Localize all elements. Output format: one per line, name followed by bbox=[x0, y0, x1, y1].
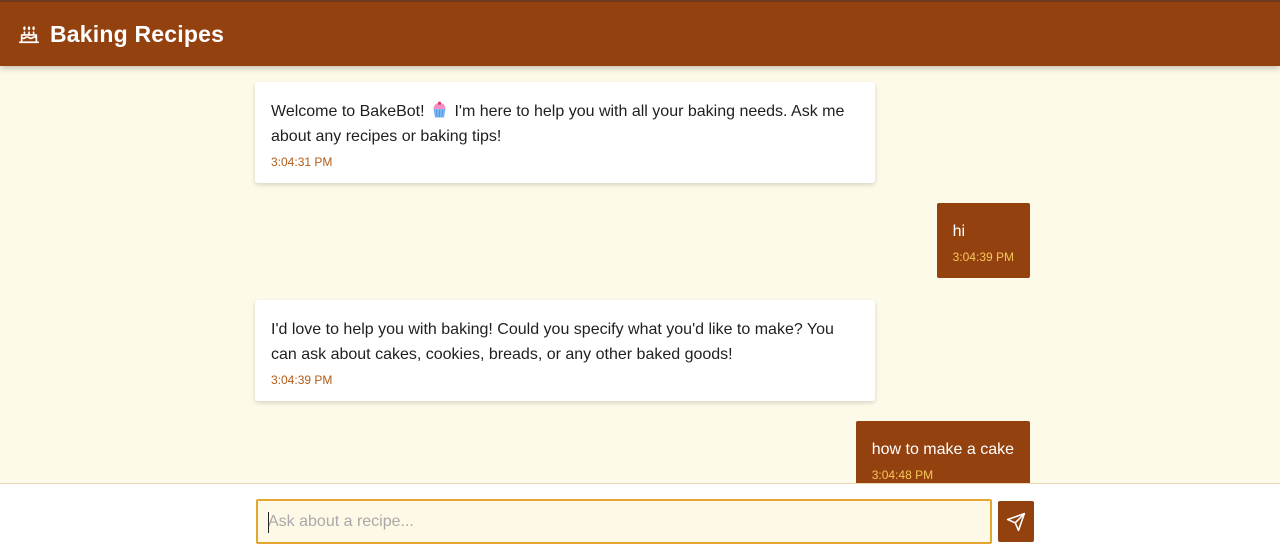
message-timestamp: 3:04:31 PM bbox=[271, 155, 333, 169]
bot-message: I'd love to help you with baking! Could … bbox=[255, 300, 875, 401]
bot-message: Welcome to BakeBot! I'm here to help you… bbox=[255, 82, 875, 183]
message-timestamp: 3:04:39 PM bbox=[952, 250, 1014, 264]
user-message: how to make a cake 3:04:48 PM bbox=[855, 421, 1030, 483]
message-timestamp: 3:04:48 PM bbox=[871, 468, 934, 482]
message-text: hi bbox=[952, 223, 966, 240]
recipe-input[interactable] bbox=[258, 501, 990, 542]
cake-icon bbox=[19, 26, 39, 44]
message-timestamp: 3:04:39 PM bbox=[271, 373, 333, 387]
send-button[interactable] bbox=[998, 501, 1034, 542]
message-text: Welcome to BakeBot! I'm here to help you… bbox=[271, 99, 859, 149]
user-message: hi 3:04:39 PM bbox=[936, 203, 1030, 278]
app-header: Baking Recipes bbox=[0, 0, 1280, 66]
message-text-part: Welcome to BakeBot! bbox=[271, 103, 425, 120]
message-text: how to make a cake bbox=[871, 441, 1014, 458]
chat-messages[interactable]: Welcome to BakeBot! I'm here to help you… bbox=[0, 66, 1280, 483]
send-icon bbox=[1006, 512, 1026, 531]
message-text: I'd love to help you with baking! Could … bbox=[271, 321, 834, 363]
cupcake-icon bbox=[433, 101, 446, 118]
text-cursor bbox=[268, 512, 269, 533]
input-wrapper bbox=[256, 499, 992, 544]
app-title: Baking Recipes bbox=[50, 20, 225, 47]
message-composer bbox=[0, 483, 1280, 551]
